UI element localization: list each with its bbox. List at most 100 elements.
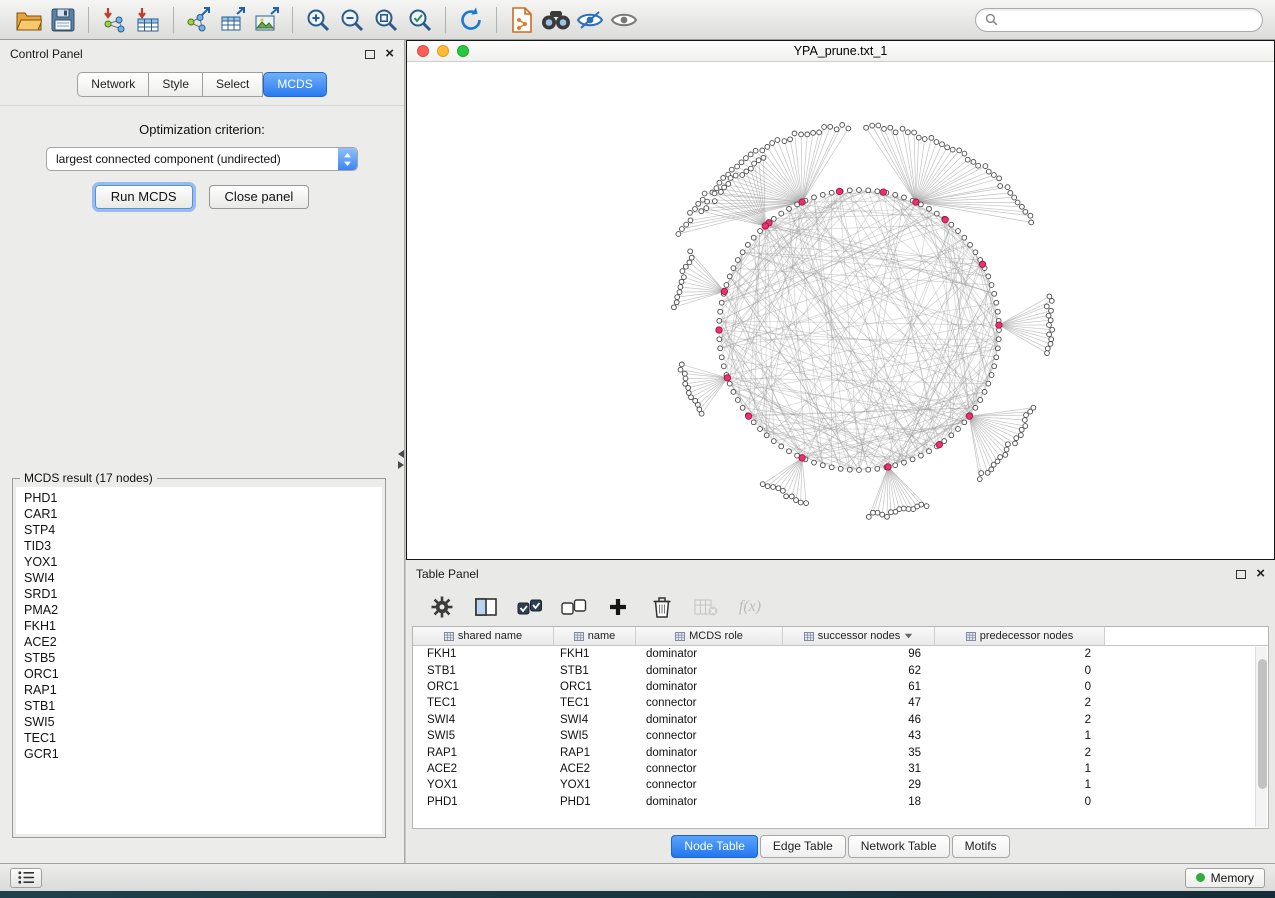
column-header-shared-name[interactable]: shared name <box>413 627 554 645</box>
table-cell[interactable]: RAP1 <box>554 747 636 759</box>
table-row[interactable]: STB1STB1dominator620 <box>413 662 1268 678</box>
table-cell[interactable]: 18 <box>783 796 935 808</box>
tab-style[interactable]: Style <box>149 72 203 97</box>
table-cell[interactable]: 0 <box>935 665 1105 677</box>
table-cell[interactable]: PHD1 <box>413 796 554 808</box>
status-menu-button[interactable] <box>10 868 42 888</box>
zoom-out-icon[interactable] <box>335 4 369 36</box>
table-cell[interactable]: 46 <box>783 714 935 726</box>
splitter-collapse-handle[interactable] <box>395 446 406 472</box>
search-network-icon[interactable] <box>539 4 573 36</box>
table-cell[interactable]: ORC1 <box>554 681 636 693</box>
column-header-name[interactable]: name <box>554 627 636 645</box>
table-scrollbar[interactable] <box>1255 647 1267 827</box>
tab-node-table[interactable]: Node Table <box>671 835 758 858</box>
table-cell[interactable]: dominator <box>636 665 783 677</box>
hide-unselected-icon[interactable] <box>573 4 607 36</box>
open-folder-icon[interactable] <box>12 4 46 36</box>
table-cell[interactable]: connector <box>636 779 783 791</box>
zoom-selected-icon[interactable] <box>403 4 437 36</box>
export-image-icon[interactable] <box>250 4 284 36</box>
float-panel-icon[interactable] <box>365 50 375 59</box>
mcds-result-item[interactable]: PMA2 <box>16 602 382 618</box>
run-mcds-button[interactable]: Run MCDS <box>95 185 193 209</box>
table-scrollbar-thumb[interactable] <box>1258 659 1267 789</box>
table-cell[interactable]: 1 <box>935 779 1105 791</box>
collapse-right-icon[interactable] <box>398 461 404 469</box>
show-all-icon[interactable] <box>607 4 641 36</box>
mcds-result-item[interactable]: CAR1 <box>16 506 382 522</box>
table-cell[interactable]: YOX1 <box>554 779 636 791</box>
table-cell[interactable]: TEC1 <box>413 697 554 709</box>
tab-edge-table[interactable]: Edge Table <box>760 835 846 858</box>
search-input[interactable] <box>1003 13 1253 27</box>
table-cell[interactable]: dominator <box>636 648 783 660</box>
close-panel-icon[interactable]: × <box>385 49 394 59</box>
table-row[interactable]: TEC1TEC1connector472 <box>413 695 1268 711</box>
table-cell[interactable]: STB1 <box>554 665 636 677</box>
mcds-result-item[interactable]: STB1 <box>16 698 382 714</box>
column-header-predecessor-nodes[interactable]: predecessor nodes <box>935 627 1105 645</box>
column-header-mcds-role[interactable]: MCDS role <box>636 627 783 645</box>
table-row[interactable]: ORC1ORC1dominator610 <box>413 679 1268 695</box>
mcds-result-item[interactable]: TID3 <box>16 538 382 554</box>
tab-select[interactable]: Select <box>203 72 263 97</box>
table-row[interactable]: ACE2ACE2connector311 <box>413 761 1268 777</box>
table-cell[interactable]: 96 <box>783 648 935 660</box>
maximize-window-icon[interactable] <box>457 45 469 57</box>
export-network-icon[interactable] <box>182 4 216 36</box>
table-row[interactable]: SWI4SWI4dominator462 <box>413 712 1268 728</box>
import-table-icon[interactable] <box>131 4 165 36</box>
table-cell[interactable]: SWI5 <box>413 730 554 742</box>
collapse-left-icon[interactable] <box>398 450 404 458</box>
tab-motifs[interactable]: Motifs <box>952 835 1010 858</box>
close-window-icon[interactable] <box>417 45 429 57</box>
mcds-result-item[interactable]: RAP1 <box>16 682 382 698</box>
table-cell[interactable]: ACE2 <box>413 763 554 775</box>
table-row[interactable]: RAP1RAP1dominator352 <box>413 744 1268 760</box>
table-row[interactable]: YOX1YOX1connector291 <box>413 777 1268 793</box>
table-cell[interactable]: ACE2 <box>554 763 636 775</box>
refresh-layout-icon[interactable] <box>454 4 488 36</box>
mcds-result-item[interactable]: YOX1 <box>16 554 382 570</box>
table-cell[interactable]: ORC1 <box>413 681 554 693</box>
table-cell[interactable]: 2 <box>935 697 1105 709</box>
mcds-result-item[interactable]: SRD1 <box>16 586 382 602</box>
table-cell[interactable]: FKH1 <box>413 648 554 660</box>
minimize-window-icon[interactable] <box>437 45 449 57</box>
table-cell[interactable]: 61 <box>783 681 935 693</box>
table-cell[interactable]: 31 <box>783 763 935 775</box>
table-cell[interactable]: 2 <box>935 747 1105 759</box>
create-column-icon[interactable] <box>604 593 632 621</box>
table-cell[interactable]: 0 <box>935 796 1105 808</box>
table-cell[interactable]: dominator <box>636 796 783 808</box>
tab-network-table[interactable]: Network Table <box>848 835 950 858</box>
mcds-result-item[interactable]: SWI5 <box>16 714 382 730</box>
table-cell[interactable]: 2 <box>935 648 1105 660</box>
table-cell[interactable]: dominator <box>636 747 783 759</box>
delete-columns-icon[interactable] <box>648 593 676 621</box>
table-cell[interactable]: TEC1 <box>554 697 636 709</box>
optimization-criterion-select[interactable]: largest connected component (undirected) <box>46 147 358 171</box>
table-cell[interactable]: connector <box>636 763 783 775</box>
table-cell[interactable]: 1 <box>935 730 1105 742</box>
table-cell[interactable]: 35 <box>783 747 935 759</box>
mcds-result-item[interactable]: PHD1 <box>16 490 382 506</box>
table-cell[interactable]: 62 <box>783 665 935 677</box>
column-header-successor-nodes[interactable]: successor nodes <box>783 627 935 645</box>
table-row[interactable]: PHD1PHD1dominator180 <box>413 794 1268 810</box>
table-cell[interactable]: 1 <box>935 763 1105 775</box>
mcds-result-item[interactable]: SWI4 <box>16 570 382 586</box>
table-cell[interactable]: SWI4 <box>413 714 554 726</box>
table-cell[interactable]: 2 <box>935 714 1105 726</box>
memory-button[interactable]: Memory <box>1185 868 1265 888</box>
table-cell[interactable]: YOX1 <box>413 779 554 791</box>
tab-network[interactable]: Network <box>77 72 149 97</box>
table-cell[interactable]: 47 <box>783 697 935 709</box>
save-session-icon[interactable] <box>46 4 80 36</box>
table-cell[interactable]: connector <box>636 730 783 742</box>
network-canvas[interactable] <box>407 62 1274 559</box>
table-cell[interactable]: 29 <box>783 779 935 791</box>
mcds-result-item[interactable]: GCR1 <box>16 746 382 762</box>
table-cell[interactable]: 43 <box>783 730 935 742</box>
